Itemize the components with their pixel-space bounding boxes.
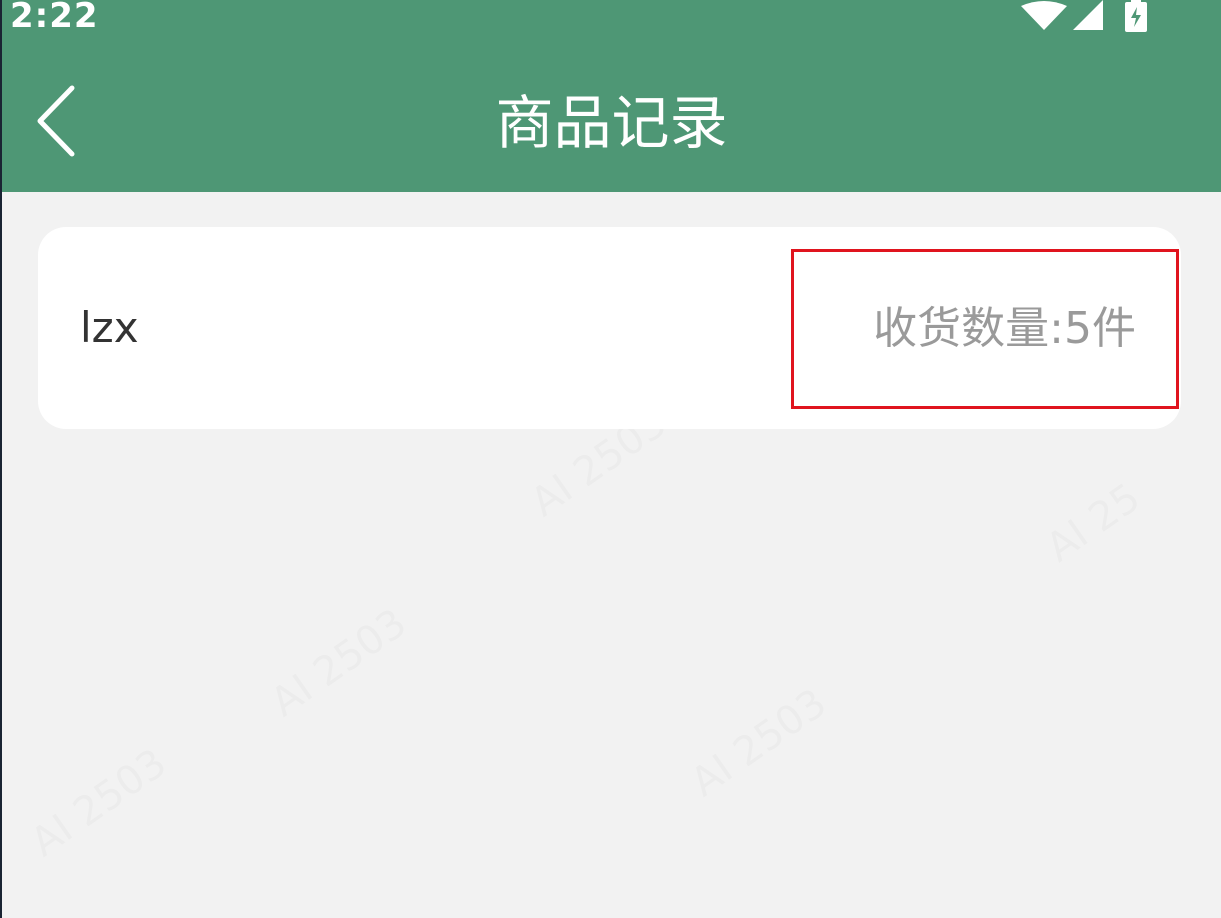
wifi-icon [1021,1,1067,30]
record-quantity: 收货数量:5件 [873,303,1136,354]
watermark: AI 2503 [683,680,835,806]
cell-signal-icon [1073,0,1103,30]
record-name: lzx [80,303,139,352]
watermark: AI 2503 [263,600,415,726]
battery-charging-icon [1125,0,1147,32]
status-icons [1021,0,1147,32]
page-title: 商品记录 [495,89,728,157]
watermark: AI 25 [1038,475,1149,572]
record-card[interactable]: lzx 收货数量:5件 [38,227,1181,429]
top-app-bar: 2:22 商品记录 [2,0,1221,192]
app-screen: 2:22 商品记录 AI 2503 AI 2503 AI 2503 AI 250… [2,0,1221,918]
watermark: AI 2503 [23,740,175,866]
status-time: 2:22 [10,0,99,36]
